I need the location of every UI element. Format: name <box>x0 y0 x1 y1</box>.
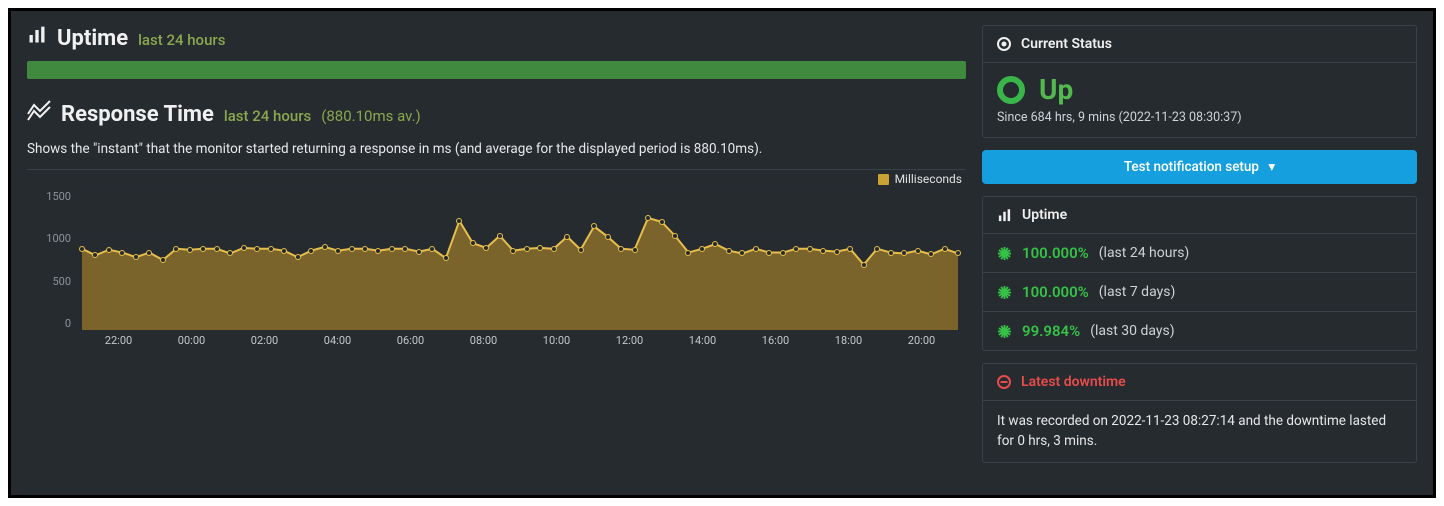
uptime-bar <box>27 61 966 79</box>
line-chart-icon <box>27 99 51 121</box>
uptime-range: (last 24 hours) <box>1099 245 1190 261</box>
uptime-pct: 99.984% <box>1022 322 1080 340</box>
legend-label: Milliseconds <box>895 172 962 186</box>
uptime-row: 100.000% (last 24 hours) <box>983 234 1416 273</box>
status-state: Up <box>1039 73 1073 106</box>
uptime-subtitle: last 24 hours <box>138 31 225 49</box>
chart-plot <box>82 190 958 330</box>
current-status-header: Current Status <box>983 26 1416 63</box>
current-status-title: Current Status <box>1021 36 1112 52</box>
burst-icon <box>997 324 1012 339</box>
chart-legend: Milliseconds <box>27 170 966 190</box>
current-status-card: Current Status Up Since 684 hrs, 9 mins … <box>982 25 1417 138</box>
status-ring-icon <box>997 76 1025 104</box>
response-time-average: (880.10ms av.) <box>321 107 421 125</box>
uptime-row: 100.000% (last 7 days) <box>983 273 1416 312</box>
chart-x-axis: 22:0000:0002:0004:0006:0008:0010:0012:00… <box>82 334 958 350</box>
response-time-subtitle: last 24 hours <box>224 107 311 125</box>
uptime-pct: 100.000% <box>1022 283 1089 301</box>
latest-downtime-title: Latest downtime <box>1021 374 1126 390</box>
latest-downtime-body: It was recorded on 2022-11-23 08:27:14 a… <box>983 401 1416 462</box>
uptime-heading: Uptime last 24 hours <box>27 25 966 51</box>
uptime-card-title: Uptime <box>1022 207 1067 223</box>
uptime-title: Uptime <box>57 26 128 51</box>
bars-icon <box>27 25 47 45</box>
response-time-description: Shows the "instant" that the monitor sta… <box>27 141 966 157</box>
burst-icon <box>997 285 1012 300</box>
test-notification-label: Test notification setup <box>1124 159 1259 175</box>
uptime-pct: 100.000% <box>1022 244 1089 262</box>
minus-circle-icon <box>997 375 1011 389</box>
uptime-range: (last 30 days) <box>1090 323 1174 339</box>
response-time-heading: Response Time last 24 hours (880.10ms av… <box>27 99 966 127</box>
latest-downtime-card: Latest downtime It was recorded on 2022-… <box>982 363 1417 463</box>
uptime-range: (last 7 days) <box>1099 284 1176 300</box>
record-icon <box>997 37 1011 51</box>
uptime-row: 99.984% (last 30 days) <box>983 312 1416 350</box>
bars-icon <box>997 208 1012 223</box>
burst-icon <box>997 246 1012 261</box>
test-notification-button[interactable]: Test notification setup ▾ <box>982 150 1417 184</box>
latest-downtime-header: Latest downtime <box>983 364 1416 401</box>
response-time-title: Response Time <box>61 102 214 127</box>
uptime-card: Uptime 100.000% (last 24 hours) 100.000% (l… <box>982 196 1417 351</box>
status-up-row: Up <box>997 73 1402 106</box>
legend-swatch <box>878 174 889 185</box>
uptime-card-header: Uptime <box>983 197 1416 234</box>
status-since: Since 684 hrs, 9 mins (2022-11-23 08:30:… <box>997 110 1402 125</box>
caret-down-icon: ▾ <box>1268 159 1275 175</box>
response-time-chart: Milliseconds 150010005000 22:0000:0002:0… <box>27 169 966 350</box>
chart-y-axis: 150010005000 <box>27 190 77 330</box>
